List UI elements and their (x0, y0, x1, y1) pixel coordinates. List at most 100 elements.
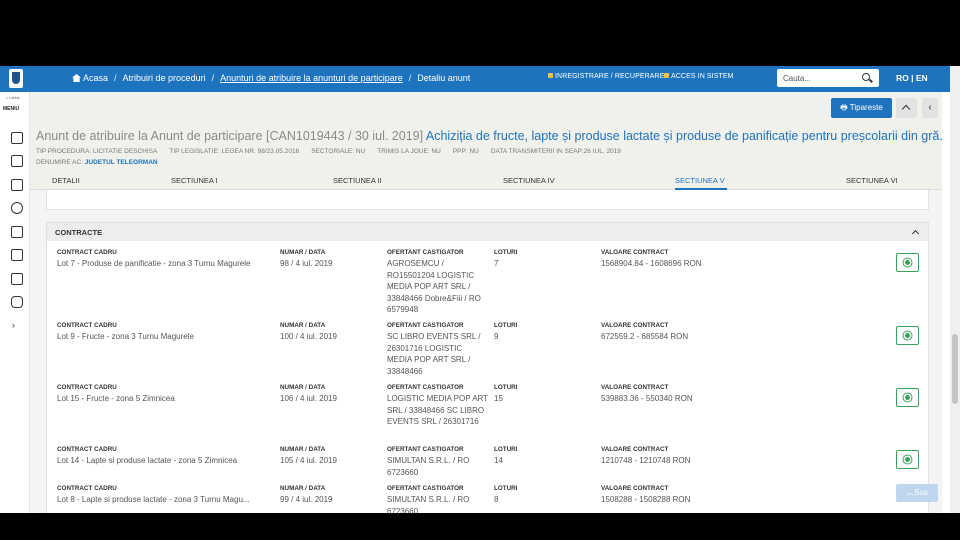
col-label-ofertant: OFERTANT CASTIGATOR (387, 485, 464, 492)
page-scrollbar[interactable] (950, 66, 960, 513)
document-icon[interactable] (11, 132, 23, 144)
meta-ppp: PPP: NU (452, 148, 479, 155)
search-box (777, 69, 879, 87)
meta-date: DATA TRANSMITERII IN SEAP:26 IUL. 2019 (490, 148, 621, 155)
valoare-value: 1568904.84 - 1608696 RON (601, 259, 702, 268)
monitor-icon[interactable] (11, 273, 23, 285)
col-label-valoare: VALOARE CONTRACT (601, 485, 669, 492)
search-icon[interactable] (862, 73, 870, 81)
numar-cell: NUMAR / DATA 106 / 4 iul. 2019 (280, 383, 380, 405)
collapse-button[interactable] (896, 98, 917, 118)
loturi-cell: LOTURI 7 (494, 248, 594, 270)
menu-label[interactable]: MENIU (3, 106, 19, 112)
contract-cell: CONTRACT CADRU Lot 7 - Produse de panific… (57, 248, 272, 270)
numar-value: 105 / 4 iul. 2019 (280, 456, 337, 465)
col-label-ofertant: OFERTANT CASTIGATOR (387, 322, 464, 329)
help-icon[interactable] (11, 202, 23, 214)
login-link[interactable]: ACCES IN SISTEM (664, 73, 734, 80)
view-contract-button[interactable] (896, 388, 919, 407)
user-icon (548, 73, 553, 78)
col-label-loturi: LOTURI (494, 446, 518, 453)
chevron-right-icon[interactable]: › (12, 320, 15, 330)
breadcrumb-anunturi[interactable]: Anunturi de atribuire la anunturi de par… (220, 73, 403, 83)
back-button[interactable]: ‹ (922, 98, 938, 118)
contracts-header[interactable]: CONTRACTE (47, 223, 928, 241)
contracts-panel: CONTRACTE CONTRACT CADRU Lot 7 - Produse … (46, 222, 929, 513)
title-main: Achiziția de fructe, lapte și produse la… (425, 129, 942, 143)
col-label-valoare: VALOARE CONTRACT (601, 249, 669, 256)
print-button[interactable]: 🖶 Tipareste (831, 98, 892, 118)
ofertant-value: SIMULTAN S.R.L. / RO 6723660 (387, 456, 470, 477)
loturi-cell: LOTURI 8 (494, 484, 594, 506)
section-tabs: DETALII SECTIUNEA I SECTIUNEA II SECTIUN… (30, 172, 942, 190)
contract-cell: CONTRACT CADRU Lot 14 - Lapte si produse … (57, 445, 272, 467)
col-label-numar: NUMAR / DATA (280, 384, 326, 391)
tree-icon[interactable] (11, 226, 23, 238)
numar-cell: NUMAR / DATA 105 / 4 iul. 2019 (280, 445, 380, 467)
register-link[interactable]: INREGISTRARE / RECUPERARE (548, 73, 664, 80)
contract-cell: CONTRACT CADRU Lot 9 - Fructe - zona 3 Tu… (57, 321, 272, 343)
loturi-value: 15 (494, 394, 503, 403)
id-card-icon[interactable] (11, 249, 23, 261)
col-label-valoare: VALOARE CONTRACT (601, 446, 669, 453)
previous-section-card (46, 190, 929, 210)
ofertant-value: LOGISTIC MEDIA POP ART SRL / 33848466 SC… (387, 394, 488, 426)
search-input[interactable] (783, 72, 859, 84)
numar-cell: NUMAR / DATA 100 / 4 iul. 2019 (280, 321, 380, 343)
notice-meta: TIP PROCEDURA: LICITATIE DESCHISA TIP LE… (36, 148, 621, 155)
loturi-value: 8 (494, 495, 499, 504)
breadcrumb-home[interactable]: Acasa (72, 73, 108, 83)
loturi-cell: LOTURI 14 (494, 445, 594, 467)
ofertant-cell: OFERTANT CASTIGATOR LOGISTIC MEDIA POP AR… (387, 383, 489, 428)
col-label-numar: NUMAR / DATA (280, 249, 326, 256)
chevron-up-icon[interactable] (911, 229, 920, 238)
valoare-value: 1508288 - 1508288 RON (601, 495, 691, 504)
view-contract-button[interactable] (896, 450, 919, 469)
numar-value: 106 / 4 iul. 2019 (280, 394, 337, 403)
contract-name: Lot 7 - Produse de panificatie - zona 3 … (57, 259, 251, 268)
language-switch[interactable]: RO | EN (896, 73, 928, 83)
view-contract-button[interactable] (896, 326, 919, 345)
numar-value: 98 / 4 iul. 2019 (280, 259, 333, 268)
logo[interactable] (9, 69, 23, 88)
chat-icon[interactable] (11, 296, 23, 308)
tab-sectiunea-vi[interactable]: SECTIUNEA VI (846, 176, 898, 185)
ofertant-value: SC LIBRO EVENTS SRL / 26301716 LOGISTIC … (387, 332, 481, 376)
authority-link[interactable]: JUDETUL TELEORMAN (85, 159, 158, 166)
loturi-value: 9 (494, 332, 499, 341)
list-icon[interactable] (11, 155, 23, 167)
top-navbar: Acasa / Atribuiri de proceduri / Anuntur… (0, 66, 950, 92)
col-label-loturi: LOTURI (494, 485, 518, 492)
tab-sectiunea-ii[interactable]: SECTIUNEA II (333, 176, 382, 185)
scroll-to-top-button[interactable]: ︿Sus (896, 484, 938, 502)
tab-detalii[interactable]: DETALII (52, 176, 80, 185)
contract-name: Lot 14 - Lapte si produse lactate - zona… (57, 456, 238, 465)
tab-sectiunea-iv[interactable]: SECTIUNEA IV (503, 176, 555, 185)
valoare-cell: VALOARE CONTRACT 1210748 - 1210748 RON (601, 445, 721, 467)
contract-name: Lot 9 - Fructe - zona 3 Turnu Magurele (57, 332, 194, 341)
contract-name: Lot 15 - Fructe - zona 5 Zimnicea (57, 394, 175, 403)
col-label-numar: NUMAR / DATA (280, 322, 326, 329)
tab-sectiunea-i[interactable]: SECTIUNEA I (171, 176, 218, 185)
left-rail: < Lichide MENIU › (0, 92, 30, 513)
authority-line: DENUMIRE AC: JUDETUL TELEORMAN (36, 159, 158, 166)
home-icon (72, 74, 81, 82)
breadcrumb-separator: / (211, 73, 215, 83)
scrollbar-thumb[interactable] (952, 334, 958, 404)
ofertant-cell: OFERTANT CASTIGATOR SIMULTAN S.R.L. / RO … (387, 445, 489, 478)
gavel-icon[interactable] (11, 179, 23, 191)
breadcrumb-separator: / (114, 73, 117, 83)
numar-cell: NUMAR / DATA 99 / 4 iul. 2019 (280, 484, 380, 506)
valoare-value: 1210748 - 1210748 RON (601, 456, 691, 465)
meta-procedure: TIP PROCEDURA: LICITATIE DESCHISA (36, 148, 158, 155)
lock-icon (664, 73, 669, 78)
breadcrumb-atribuiri[interactable]: Atribuiri de proceduri (123, 73, 206, 83)
meta-joue: TRIMIS LA JOUE: NU (377, 148, 441, 155)
rail-tiny-label: < Lichide (6, 96, 21, 100)
col-label-contract: CONTRACT CADRU (57, 249, 117, 256)
tab-sectiunea-v[interactable]: SECTIUNEA V (675, 176, 725, 185)
view-contract-button[interactable] (896, 253, 919, 272)
col-label-contract: CONTRACT CADRU (57, 485, 117, 492)
ofertant-cell: OFERTANT CASTIGATOR AGROSEMCU / RO1550120… (387, 248, 489, 316)
col-label-valoare: VALOARE CONTRACT (601, 384, 669, 391)
